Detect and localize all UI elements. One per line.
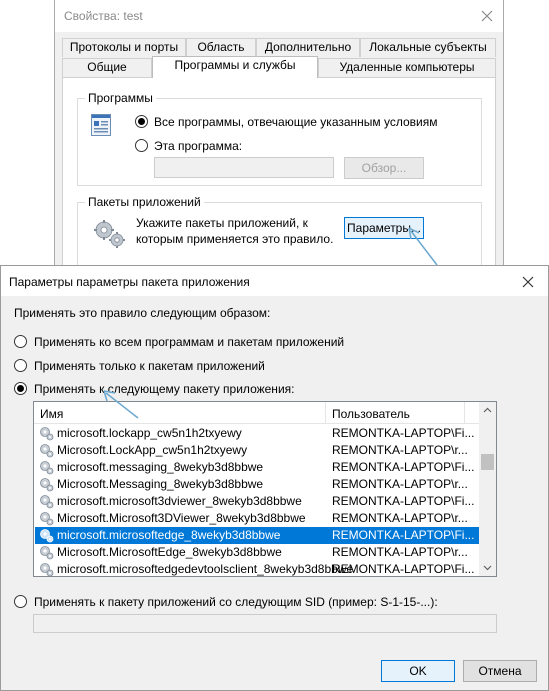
package-gear-icon — [40, 512, 54, 526]
package-user: REMONTKA-LAPTOP\Fi... — [332, 528, 475, 542]
package-user: REMONTKA-LAPTOP\r... — [332, 443, 468, 457]
packages-group-label: Пакеты приложений — [85, 195, 204, 209]
package-name: Microsoft.LockApp_cw5n1h2txyewy — [57, 443, 248, 457]
tab-advanced[interactable]: Дополнительно — [256, 38, 360, 57]
tab-scope[interactable]: Область — [186, 38, 256, 57]
package-user: REMONTKA-LAPTOP\Fi... — [332, 460, 475, 474]
apply-all-label: Применять ко всем программам и пакетам п… — [34, 335, 345, 349]
chevron-down-icon[interactable] — [479, 559, 496, 576]
tab-protocols-ports[interactable]: Протоколы и порты — [62, 38, 186, 57]
package-user: REMONTKA-LAPTOP\Fi... — [332, 494, 475, 508]
package-gear-icon — [40, 495, 54, 509]
tab-local-principals[interactable]: Локальные субъекты — [360, 38, 496, 57]
list-scrollbar[interactable] — [479, 402, 496, 576]
apply-all-radio[interactable] — [14, 335, 27, 348]
package-name: Microsoft.Messaging_8wekyb3d8bbwe — [57, 477, 264, 491]
apply-following-radio[interactable] — [14, 382, 27, 395]
cancel-button[interactable]: Отмена — [463, 660, 537, 682]
dialog-title: Параметры параметры пакета приложения — [9, 275, 250, 289]
table-row[interactable]: microsoft.microsoftedgedevtoolsclient_8w… — [35, 561, 480, 576]
table-row[interactable]: microsoft.microsoftedge_8wekyb3d8bbwe REM… — [35, 527, 480, 544]
apply-only-packages-radio[interactable] — [14, 359, 27, 372]
package-settings-dialog: Параметры параметры пакета приложения Пр… — [0, 265, 549, 691]
all-programs-radio[interactable] — [135, 115, 148, 128]
programs-group-label: Программы — [85, 91, 156, 105]
package-name: Microsoft.Microsoft3DViewer_8wekyb3d8bbw… — [57, 511, 306, 525]
package-gear-icon — [40, 427, 54, 441]
apply-sid-label: Применять к пакету приложений со следующ… — [34, 595, 438, 609]
table-row[interactable]: Microsoft.MicrosoftEdge_8wekyb3d8bbwe REM… — [35, 544, 480, 561]
properties-title: Свойства: test — [64, 9, 143, 23]
package-gear-icon — [40, 563, 54, 576]
column-header-name[interactable]: Имя — [40, 407, 63, 421]
tab-programs-services[interactable]: Программы и службы — [152, 56, 318, 78]
properties-window: Свойства: test Протоколы и порты Область… — [54, 0, 504, 268]
package-gear-icon — [40, 461, 54, 475]
package-name: microsoft.microsoft3dviewer_8wekyb3d8bbw… — [57, 494, 302, 508]
package-user: REMONTKA-LAPTOP\r... — [332, 477, 468, 491]
table-row[interactable]: microsoft.microsoft3dviewer_8wekyb3d8bbw… — [35, 493, 480, 510]
dialog-prompt: Применять это правило следующим образом: — [14, 306, 271, 320]
gears-icon — [94, 220, 125, 248]
scrollbar-thumb[interactable] — [481, 454, 494, 470]
package-name: microsoft.messaging_8wekyb3d8bbwe — [57, 460, 264, 474]
column-header-user[interactable]: Пользователь — [332, 407, 410, 421]
package-name: microsoft.lockapp_cw5n1h2txyewy — [57, 426, 242, 440]
package-name: Microsoft.MicrosoftEdge_8wekyb3d8bbwe — [57, 545, 282, 559]
package-gear-icon — [40, 478, 54, 492]
this-program-radio[interactable] — [135, 139, 148, 152]
package-gear-icon — [40, 546, 54, 560]
sid-input[interactable] — [33, 614, 497, 633]
all-programs-label: Все программы, отвечающие указанным усло… — [154, 115, 438, 129]
table-row[interactable]: microsoft.messaging_8wekyb3d8bbwe REMONTK… — [35, 459, 480, 476]
program-path-field[interactable] — [154, 157, 334, 178]
this-program-label: Эта программа: — [154, 139, 243, 153]
table-row[interactable]: Microsoft.LockApp_cw5n1h2txyewy REMONTKA-… — [35, 442, 480, 459]
apply-following-label: Применять к следующему пакету приложения… — [34, 382, 295, 396]
table-row[interactable]: microsoft.lockapp_cw5n1h2txyewy REMONTKA-… — [35, 425, 480, 442]
package-user: REMONTKA-LAPTOP\r... — [332, 511, 468, 525]
column-separator[interactable] — [464, 402, 465, 424]
chevron-up-icon[interactable] — [479, 402, 496, 419]
ok-button[interactable]: OK — [381, 660, 455, 682]
table-row[interactable]: Microsoft.Messaging_8wekyb3d8bbwe REMONTK… — [35, 476, 480, 493]
package-user: REMONTKA-LAPTOP\Fi... — [332, 426, 475, 440]
list-header: Имя Пользователь — [34, 402, 479, 424]
package-gear-icon — [40, 529, 54, 543]
properties-title-bar: Свойства: test — [55, 0, 503, 32]
apply-sid-radio[interactable] — [14, 595, 27, 608]
package-user: REMONTKA-LAPTOP\r... — [332, 545, 468, 559]
apply-only-packages-label: Применять только к пакетам приложений — [34, 359, 265, 373]
tab-remote-computers[interactable]: Удаленные компьютеры — [318, 58, 496, 77]
table-row[interactable]: Microsoft.Microsoft3DViewer_8wekyb3d8bbw… — [35, 510, 480, 527]
packages-desc-line2: которым применяется это правило. — [136, 232, 334, 246]
close-icon[interactable] — [477, 6, 497, 26]
package-name: microsoft.microsoftedge_8wekyb3d8bbwe — [57, 528, 281, 542]
package-name: microsoft.microsoftedgedevtoolsclient_8w… — [57, 562, 354, 576]
tab-general[interactable]: Общие — [62, 58, 152, 77]
programs-services-panel: Программы Все программы, отвечающие указ… — [62, 77, 496, 268]
packages-desc-line1: Укажите пакеты приложений, к — [136, 216, 308, 230]
package-user: REMONTKA-LAPTOP\Fi... — [332, 562, 475, 576]
column-separator[interactable] — [325, 402, 326, 424]
package-gear-icon — [40, 444, 54, 458]
close-icon[interactable] — [518, 272, 538, 292]
browse-button[interactable]: Обзор... — [344, 157, 424, 179]
dialog-title-bar: Параметры параметры пакета приложения — [1, 266, 548, 296]
params-button[interactable]: Параметры... — [344, 217, 424, 239]
program-window-icon — [91, 114, 111, 136]
package-list[interactable]: Имя Пользователь microsoft.lockapp_cw5n1… — [33, 401, 497, 577]
